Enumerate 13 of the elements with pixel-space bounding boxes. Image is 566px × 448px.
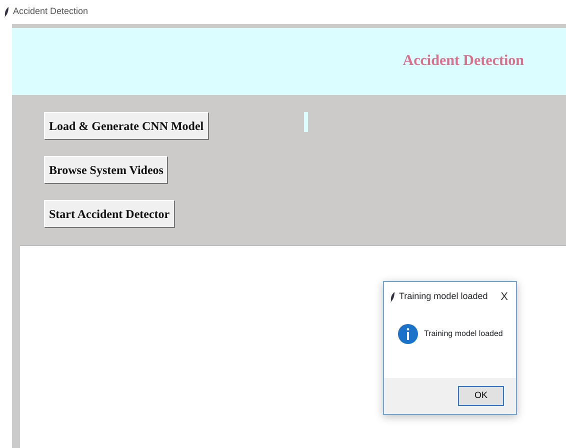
info-icon (398, 324, 418, 344)
app-title: Accident Detection (402, 52, 524, 72)
close-button[interactable]: X (500, 288, 508, 306)
window-title: Accident Detection (13, 5, 88, 18)
action-button[interactable]: Browse System Videos (44, 156, 168, 184)
empty-label (304, 112, 308, 132)
dialog-title: Training model loaded (399, 290, 488, 304)
action-button[interactable]: Start Accident Detector (44, 200, 175, 228)
dialog-message: Training model loaded (424, 328, 503, 340)
ok-button[interactable]: OK (458, 386, 504, 406)
feather-icon (390, 292, 395, 302)
feather-icon (4, 6, 9, 18)
action-button[interactable]: Load & Generate CNN Model (44, 112, 209, 140)
